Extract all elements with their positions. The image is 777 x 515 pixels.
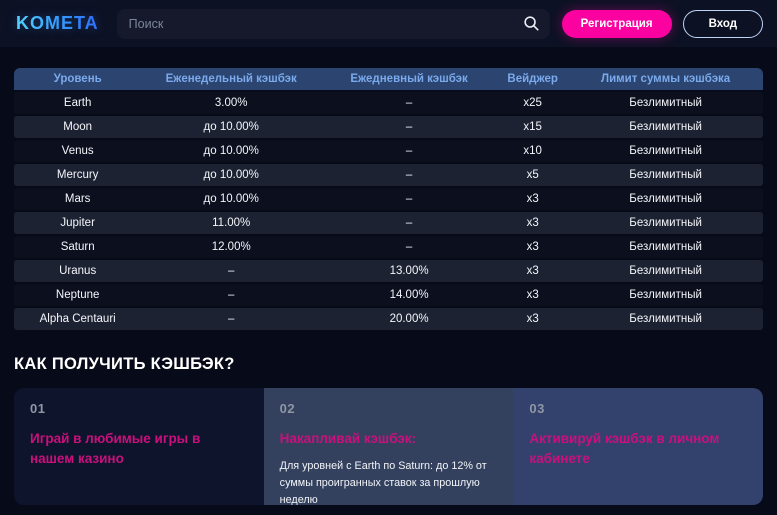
card-number: 02 bbox=[280, 401, 496, 416]
table-cell: x3 bbox=[497, 284, 568, 306]
table-cell: Alpha Centauri bbox=[14, 308, 141, 330]
table-cell: Mercury bbox=[14, 164, 141, 186]
table-cell: – bbox=[321, 212, 497, 234]
table-cell: Venus bbox=[14, 140, 141, 162]
table-cell: Безлимитный bbox=[568, 236, 763, 258]
how-to-card-3: 03 Активируй кэшбэк в личном кабинете bbox=[513, 388, 763, 505]
how-to-section: КАК ПОЛУЧИТЬ КЭШБЭК? 01 Играй в любимые … bbox=[0, 355, 777, 505]
table-row: Jupiter11.00%–x3Безлимитный bbox=[14, 212, 763, 234]
table-cell: 14.00% bbox=[321, 284, 497, 306]
table-cell: x3 bbox=[497, 260, 568, 282]
kometa-logo[interactable]: KOMETA bbox=[16, 13, 99, 34]
card-body: Для уровней с Earth по Saturn: до 12% от… bbox=[280, 458, 496, 505]
table-cell: – bbox=[321, 164, 497, 186]
table-cell: до 10.00% bbox=[141, 164, 321, 186]
table-cell: – bbox=[321, 140, 497, 162]
table-cell: Безлимитный bbox=[568, 116, 763, 138]
table-cell: 3.00% bbox=[141, 92, 321, 114]
register-button[interactable]: Регистрация bbox=[562, 10, 672, 38]
cashback-table: Уровень Еженедельный кэшбэк Ежедневный к… bbox=[14, 66, 763, 332]
table-cell: x5 bbox=[497, 164, 568, 186]
search-bar bbox=[117, 9, 550, 39]
table-header-row: Уровень Еженедельный кэшбэк Ежедневный к… bbox=[14, 68, 763, 90]
table-cell: – bbox=[141, 284, 321, 306]
table-cell: 20.00% bbox=[321, 308, 497, 330]
table-cell: Moon bbox=[14, 116, 141, 138]
table-cell: Mars bbox=[14, 188, 141, 210]
table-cell: – bbox=[321, 188, 497, 210]
table-cell: Безлимитный bbox=[568, 308, 763, 330]
table-cell: x3 bbox=[497, 236, 568, 258]
card-title: Накапливай кэшбэк: bbox=[280, 429, 495, 449]
table-cell: до 10.00% bbox=[141, 116, 321, 138]
column-header-cashback-limit: Лимит суммы кэшбэка bbox=[568, 68, 763, 90]
table-cell: Безлимитный bbox=[568, 92, 763, 114]
table-cell: Безлимитный bbox=[568, 188, 763, 210]
topbar: KOMETA Регистрация Вход bbox=[0, 0, 777, 47]
table-cell: Neptune bbox=[14, 284, 141, 306]
table-cell: Uranus bbox=[14, 260, 141, 282]
table-cell: до 10.00% bbox=[141, 140, 321, 162]
table-cell: x3 bbox=[497, 308, 568, 330]
how-to-title: КАК ПОЛУЧИТЬ КЭШБЭК? bbox=[14, 355, 763, 374]
table-cell: Безлимитный bbox=[568, 284, 763, 306]
how-to-card-2: 02 Накапливай кэшбэк: Для уровней с Eart… bbox=[264, 388, 514, 505]
table-row: Venusдо 10.00%–x10Безлимитный bbox=[14, 140, 763, 162]
login-button[interactable]: Вход bbox=[683, 10, 763, 38]
table-cell: Saturn bbox=[14, 236, 141, 258]
table-cell: 11.00% bbox=[141, 212, 321, 234]
table-cell: Безлимитный bbox=[568, 140, 763, 162]
card-title: Играй в любимые игры в нашем казино bbox=[30, 429, 245, 468]
table-row: Moonдо 10.00%–x15Безлимитный bbox=[14, 116, 763, 138]
table-cell: x15 bbox=[497, 116, 568, 138]
how-to-cards: 01 Играй в любимые игры в нашем казино 0… bbox=[14, 388, 763, 505]
search-icon[interactable] bbox=[523, 15, 540, 32]
table-cell: – bbox=[141, 308, 321, 330]
table-cell: x10 bbox=[497, 140, 568, 162]
column-header-weekly-cashback: Еженедельный кэшбэк bbox=[141, 68, 321, 90]
search-input[interactable] bbox=[129, 17, 523, 31]
cashback-table-section: Уровень Еженедельный кэшбэк Ежедневный к… bbox=[14, 66, 763, 332]
table-cell: x3 bbox=[497, 188, 568, 210]
table-cell: 12.00% bbox=[141, 236, 321, 258]
column-header-level: Уровень bbox=[14, 68, 141, 90]
table-cell: Безлимитный bbox=[568, 260, 763, 282]
table-row: Uranus–13.00%x3Безлимитный bbox=[14, 260, 763, 282]
how-to-card-1: 01 Играй в любимые игры в нашем казино bbox=[14, 388, 264, 505]
cashback-table-body: Earth3.00%–x25БезлимитныйMoonдо 10.00%–x… bbox=[14, 92, 763, 330]
table-cell: – bbox=[321, 116, 497, 138]
card-body-line: Для уровней с Earth по Saturn: до 12% от… bbox=[280, 458, 496, 505]
table-row: Neptune–14.00%x3Безлимитный bbox=[14, 284, 763, 306]
table-cell: x25 bbox=[497, 92, 568, 114]
column-header-wager: Вейджер bbox=[497, 68, 568, 90]
table-cell: – bbox=[321, 236, 497, 258]
table-cell: – bbox=[321, 92, 497, 114]
card-title: Активируй кэшбэк в личном кабинете bbox=[529, 429, 744, 468]
table-cell: до 10.00% bbox=[141, 188, 321, 210]
table-cell: Earth bbox=[14, 92, 141, 114]
card-number: 03 bbox=[529, 401, 745, 416]
table-cell: x3 bbox=[497, 212, 568, 234]
table-cell: Jupiter bbox=[14, 212, 141, 234]
table-row: Saturn12.00%–x3Безлимитный bbox=[14, 236, 763, 258]
table-row: Earth3.00%–x25Безлимитный bbox=[14, 92, 763, 114]
table-row: Alpha Centauri–20.00%x3Безлимитный bbox=[14, 308, 763, 330]
table-cell: 13.00% bbox=[321, 260, 497, 282]
table-row: Mercuryдо 10.00%–x5Безлимитный bbox=[14, 164, 763, 186]
table-cell: Безлимитный bbox=[568, 164, 763, 186]
card-number: 01 bbox=[30, 401, 246, 416]
table-cell: Безлимитный bbox=[568, 212, 763, 234]
column-header-daily-cashback: Ежедневный кэшбэк bbox=[321, 68, 497, 90]
table-cell: – bbox=[141, 260, 321, 282]
table-row: Marsдо 10.00%–x3Безлимитный bbox=[14, 188, 763, 210]
